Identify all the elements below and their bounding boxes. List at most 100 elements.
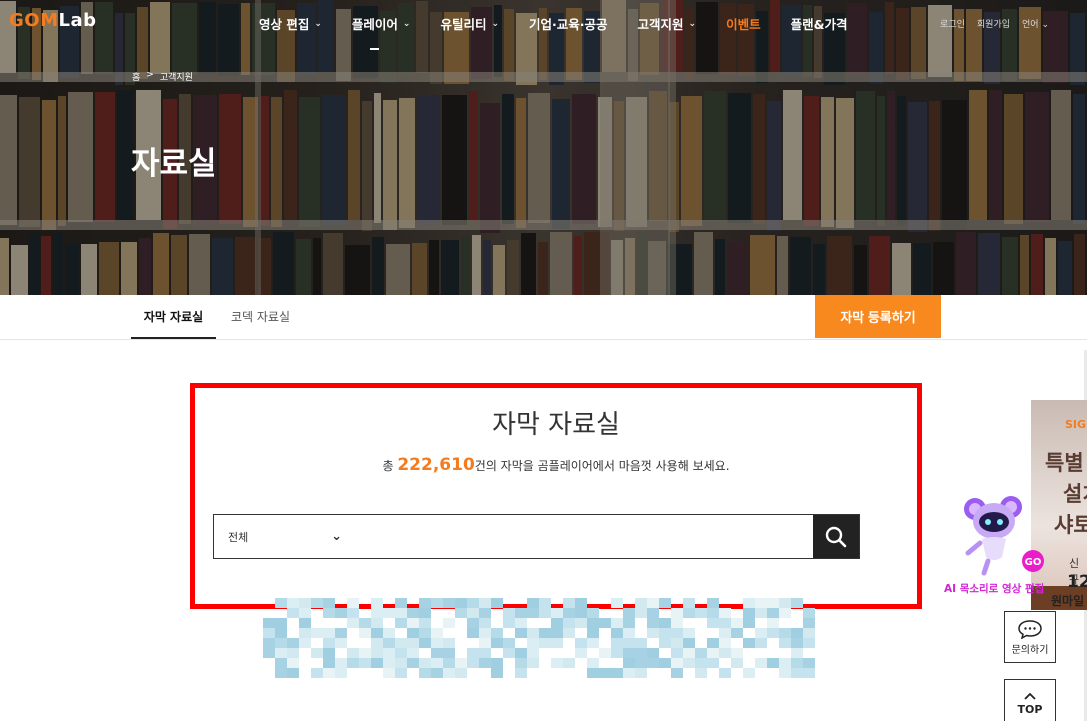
blur-pixel: [671, 648, 683, 658]
gomlab-logo[interactable]: GOMLab: [9, 10, 97, 31]
register-subtitle-button[interactable]: 자막 등록하기: [815, 295, 941, 338]
blur-pixel: [287, 658, 299, 668]
tab-codec-library[interactable]: 코덱 자료실: [231, 295, 290, 339]
blur-pixel: [707, 658, 719, 668]
blur-pixel: [647, 628, 659, 638]
menu-video-edit[interactable]: 영상 편집 ⌄: [259, 14, 322, 33]
blur-pixel: [659, 628, 671, 638]
logo-gom: GOM: [9, 10, 59, 31]
blur-pixel: [419, 608, 431, 618]
blur-pixel: [779, 668, 791, 678]
blur-pixel: [455, 598, 467, 608]
breadcrumb-separator: >: [146, 70, 154, 80]
blur-pixel: [527, 658, 539, 668]
blur-pixel: [527, 598, 539, 608]
blur-pixel: [443, 618, 455, 628]
blur-pixel: [791, 668, 803, 678]
blur-pixel: [755, 608, 767, 618]
blur-pixel: [743, 598, 755, 608]
blur-pixel: [287, 598, 299, 608]
blur-pixel: [395, 658, 407, 668]
blur-pixel: [575, 608, 587, 618]
blur-pixel: [263, 628, 275, 638]
blur-pixel: [719, 618, 731, 628]
blur-pixel: [503, 638, 515, 648]
breadcrumb-current[interactable]: 고객지원: [160, 70, 193, 83]
section-title: 자막 자료실: [492, 410, 620, 440]
blur-pixel: [323, 598, 335, 608]
blur-pixel: [263, 638, 275, 648]
blur-pixel: [683, 598, 695, 608]
blur-pixel: [347, 608, 359, 618]
blur-pixel: [311, 648, 323, 658]
signup-link[interactable]: 회원가입: [977, 17, 1010, 30]
blur-pixel: [683, 638, 695, 648]
ai-robot-mascot[interactable]: GO: [958, 491, 1044, 577]
blur-pixel: [263, 648, 275, 658]
blur-pixel: [647, 598, 659, 608]
blur-pixel: [323, 638, 335, 648]
blur-pixel: [707, 648, 719, 658]
blur-pixel: [731, 658, 743, 668]
menu-label: 플랜&가격: [790, 17, 848, 32]
inquiry-button[interactable]: 문의하기: [1004, 611, 1056, 663]
chat-bubble-icon: [1018, 619, 1042, 639]
language-selector[interactable]: 언어 ⌄: [1022, 17, 1049, 30]
blur-pixel: [515, 668, 527, 678]
ad-text-5: 원마일: [1051, 594, 1085, 608]
blur-pixel: [623, 648, 635, 658]
blur-pixel: [491, 638, 503, 648]
blur-pixel: [335, 628, 347, 638]
login-link[interactable]: 로그인: [940, 17, 965, 30]
tab-subtitle-library[interactable]: 자막 자료실: [131, 295, 216, 339]
blur-pixel: [443, 598, 455, 608]
blur-pixel: [479, 658, 491, 668]
blur-pixel: [479, 618, 491, 628]
main-menu: 영상 편집 ⌄ 플레이어 ⌄ 유틸리티 ⌄ 기업·교육·공공 고객지원 ⌄ 이벤트: [259, 14, 878, 33]
search-section-highlight: 자막 자료실 총 222,610건의 자막을 곰플레이어에서 마음껏 사용해 보…: [190, 383, 922, 609]
breadcrumb-home[interactable]: 홈: [132, 70, 140, 83]
utility-links: 로그인 회원가입 언어 ⌄: [940, 17, 1049, 30]
blur-pixel: [611, 668, 623, 678]
menu-support[interactable]: 고객지원 ⌄: [638, 14, 697, 33]
chevron-down-icon: ⌄: [491, 18, 500, 29]
chevron-down-icon: ⌄: [314, 18, 322, 29]
menu-pricing[interactable]: 플랜&가격: [791, 14, 848, 33]
breadcrumb: 홈 > 고객지원: [132, 70, 193, 83]
blur-pixel: [623, 608, 635, 618]
search-button[interactable]: [813, 515, 859, 558]
blur-pixel: [755, 628, 767, 638]
blur-pixel: [803, 668, 815, 678]
blur-pixel: [695, 658, 707, 668]
menu-label: 이벤트: [726, 17, 761, 32]
menu-player[interactable]: 플레이어 ⌄: [352, 14, 411, 33]
menu-business[interactable]: 기업·교육·공공: [529, 14, 608, 33]
category-select[interactable]: 전체 ⌄: [214, 515, 354, 558]
menu-event[interactable]: 이벤트: [726, 14, 761, 33]
blur-pixel: [323, 648, 335, 658]
ad-line-b: 설치: [1063, 482, 1087, 506]
menu-utility[interactable]: 유틸리티 ⌄: [440, 14, 499, 33]
blur-pixel: [647, 608, 659, 618]
blur-pixel: [491, 658, 503, 668]
blur-pixel: [707, 638, 719, 648]
blur-pixel: [575, 648, 587, 658]
blur-pixel: [563, 618, 575, 628]
blur-pixel: [671, 628, 683, 638]
blur-pixel: [683, 608, 695, 618]
ai-promo-label[interactable]: AI 목소리로 영상 편집: [944, 581, 1044, 596]
scroll-top-button[interactable]: TOP: [1004, 679, 1056, 721]
blur-pixel: [503, 618, 515, 628]
blur-pixel: [371, 648, 383, 658]
menu-label: 고객지원: [637, 17, 684, 32]
blur-pixel: [491, 598, 503, 608]
blur-pixel: [479, 608, 491, 618]
blur-pixel: [551, 608, 563, 618]
go-badge: GO: [1025, 557, 1042, 568]
search-input[interactable]: [354, 515, 813, 558]
blur-pixel: [671, 658, 683, 668]
blur-pixel: [707, 618, 719, 628]
chevron-down-icon: ⌄: [331, 529, 342, 544]
search-icon: [825, 526, 847, 547]
blur-pixel: [551, 658, 563, 668]
